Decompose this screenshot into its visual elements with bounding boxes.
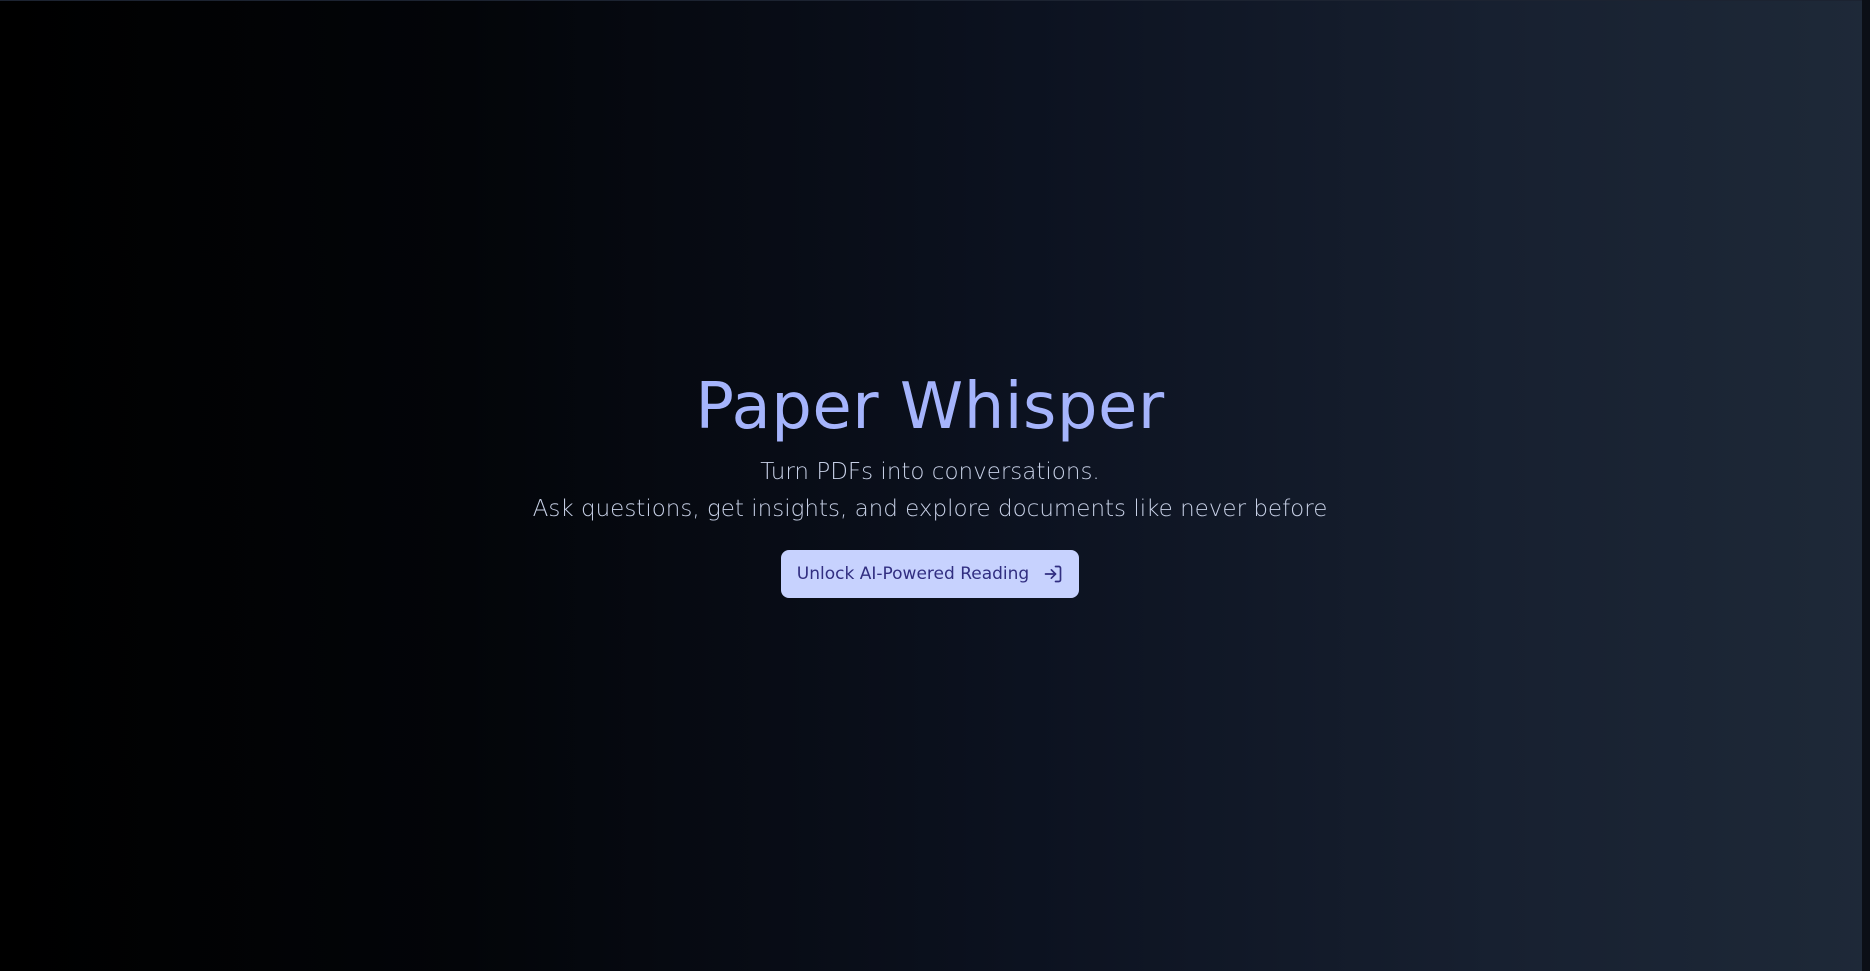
subtitle-line-2: Ask questions, get insights, and explore… bbox=[532, 496, 1328, 522]
login-icon bbox=[1043, 564, 1063, 584]
cta-label: Unlock AI-Powered Reading bbox=[796, 564, 1030, 584]
hero-subtitle: Turn PDFs into conversations. Ask questi… bbox=[533, 454, 1328, 528]
hero-section: Paper Whisper Turn PDFs into conversatio… bbox=[0, 370, 1860, 598]
window-top-border bbox=[0, 0, 1870, 1]
page-title: Paper Whisper bbox=[695, 370, 1165, 444]
subtitle-line-1: Turn PDFs into conversations. bbox=[760, 459, 1100, 485]
unlock-reading-button[interactable]: Unlock AI-Powered Reading bbox=[780, 550, 1080, 598]
window-right-border bbox=[1862, 0, 1870, 971]
